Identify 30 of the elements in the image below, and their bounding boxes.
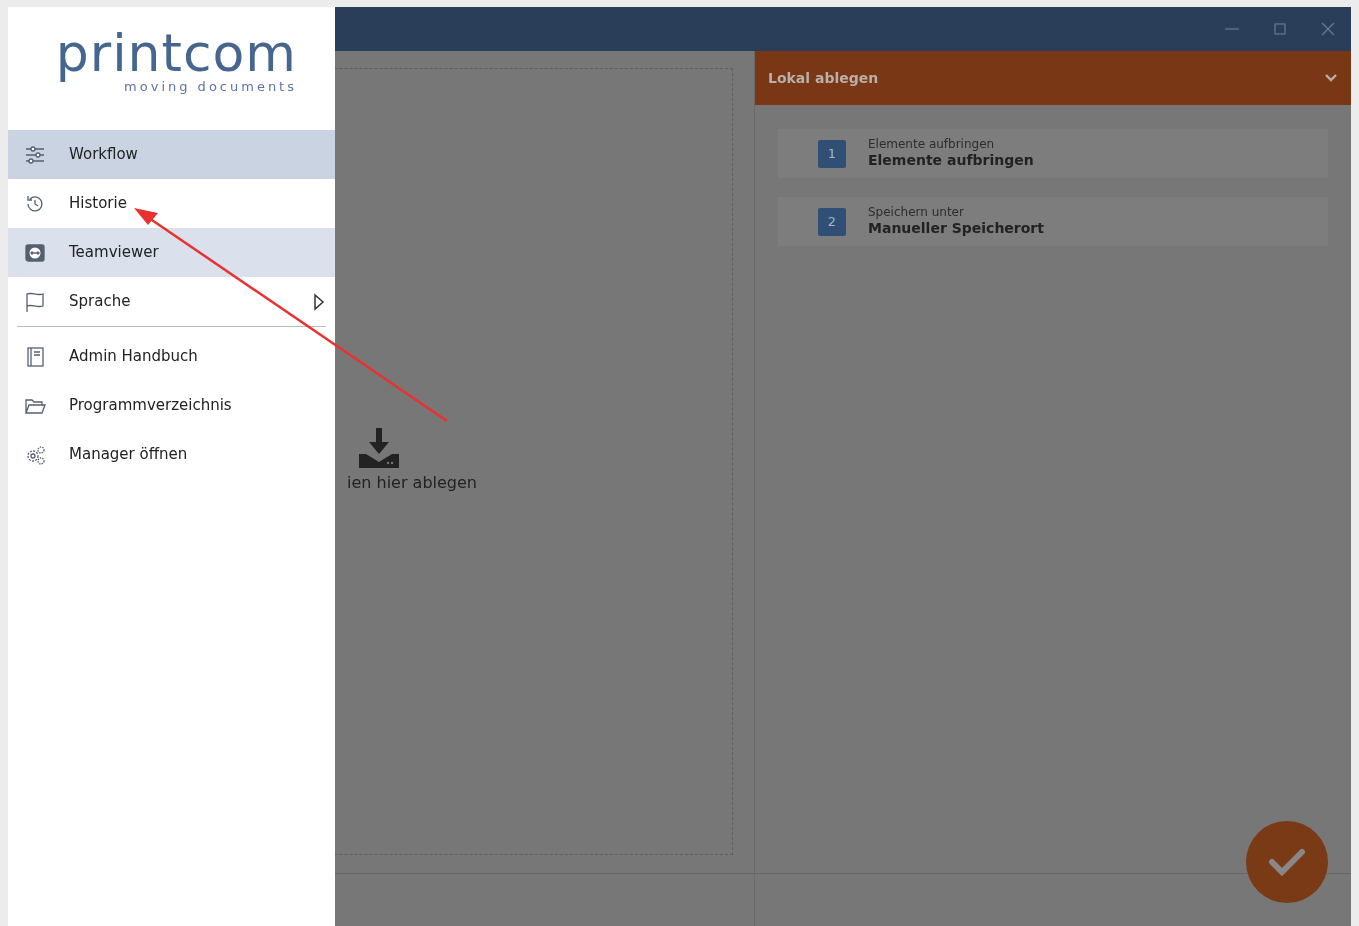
panel-title: Lokal ablegen — [768, 68, 880, 88]
step-card[interactable]: 2 Speichern unter Manueller Speicherort — [778, 197, 1328, 246]
panel-header[interactable]: Lokal ablegen — [755, 51, 1351, 105]
step-value: Elemente aufbringen — [868, 152, 1034, 170]
step-caption: Elemente aufbringen — [868, 137, 996, 153]
menu-item-label: Programmverzeichnis — [69, 395, 233, 417]
step-card[interactable]: 1 Elemente aufbringen Elemente aufbringen — [778, 129, 1328, 178]
menu-item-label: Workflow — [69, 144, 139, 166]
book-icon — [24, 345, 46, 368]
step-value: Manueller Speicherort — [868, 220, 1044, 238]
drop-zone-text: ien hier ablegen — [347, 472, 477, 494]
menu-item[interactable]: Workflow — [8, 130, 335, 179]
step-number: 2 — [818, 207, 846, 236]
menu-item[interactable]: Teamviewer — [8, 228, 335, 277]
logo-tagline: moving documents — [124, 79, 297, 96]
gears-icon — [24, 443, 46, 466]
maximize-icon[interactable] — [1271, 20, 1289, 38]
check-icon — [1267, 847, 1307, 877]
step-caption: Speichern unter — [868, 205, 965, 221]
menu-item-label: Historie — [69, 193, 128, 215]
menu-item-label: Manager öffnen — [69, 444, 189, 466]
download-icon — [359, 428, 399, 468]
menu-item-label: Sprache — [69, 291, 132, 313]
menu-item-label: Admin Handbuch — [69, 346, 199, 368]
sliders-icon — [24, 143, 46, 166]
teamviewer-icon — [24, 241, 46, 264]
close-icon[interactable] — [1319, 20, 1337, 38]
step-number: 1 — [818, 139, 846, 168]
menu-item-label: Teamviewer — [69, 242, 160, 264]
flag-icon — [24, 290, 46, 313]
